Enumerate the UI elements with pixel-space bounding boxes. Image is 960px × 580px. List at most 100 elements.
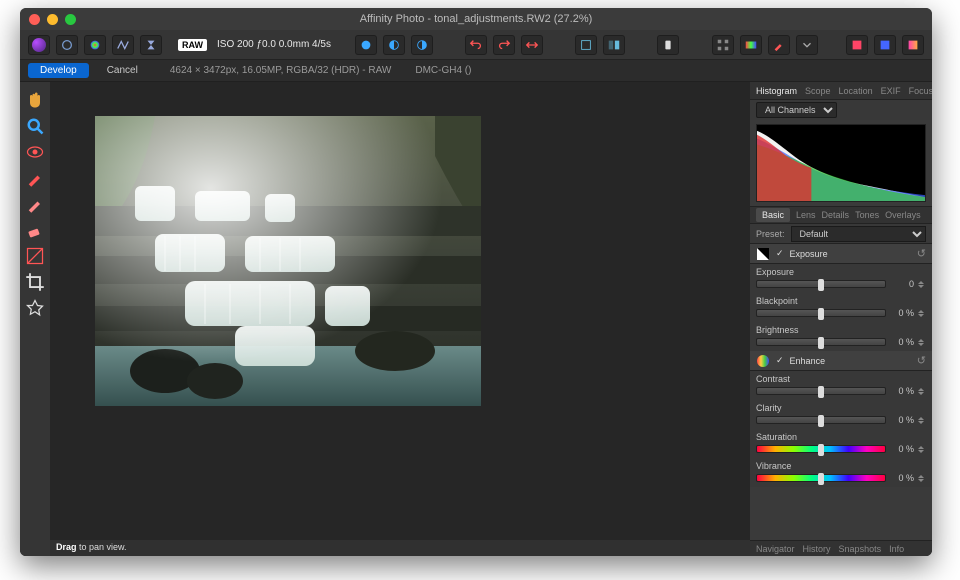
hand-tool-icon[interactable] xyxy=(25,90,45,110)
overlay-erase-tool-icon[interactable] xyxy=(25,220,45,240)
slider-label: Contrast xyxy=(756,374,926,384)
persona-group xyxy=(28,35,162,55)
camera-label: DMC-GH4 () xyxy=(415,65,471,76)
assist1-icon[interactable] xyxy=(846,35,868,55)
develop-button[interactable]: Develop xyxy=(28,63,89,78)
context-toolbar: Develop Cancel 4624 × 3472px, 16.05MP, R… xyxy=(20,60,932,82)
assist-group xyxy=(846,35,924,55)
main-area: Histogram Scope Location EXIF Focus All … xyxy=(20,82,932,556)
reset-enhance-icon[interactable]: ↺ xyxy=(917,354,926,367)
slider-track[interactable] xyxy=(756,474,886,482)
slider-value: 0 % xyxy=(890,415,914,425)
slider-track[interactable] xyxy=(756,280,886,288)
slider-stepper[interactable] xyxy=(918,475,926,482)
grid-icon[interactable] xyxy=(712,35,734,55)
overlay-gradient-tool-icon[interactable] xyxy=(25,246,45,266)
slider-stepper[interactable] xyxy=(918,281,926,288)
slider-track[interactable] xyxy=(756,445,886,453)
swatches-icon[interactable] xyxy=(740,35,762,55)
app-window: Affinity Photo - tonal_adjustments.RW2 (… xyxy=(20,8,932,556)
maximize-icon[interactable] xyxy=(65,14,76,25)
slider-stepper[interactable] xyxy=(918,446,926,453)
photo-persona-icon[interactable] xyxy=(28,35,50,55)
export-persona-icon[interactable] xyxy=(140,35,162,55)
section-enhance-title: Enhance xyxy=(790,356,826,366)
main-toolbar: RAW ISO 200 ƒ0.0 0.0mm 4/5s xyxy=(20,30,932,60)
white-balance-tool-icon[interactable] xyxy=(25,298,45,318)
section-enhance-header[interactable]: ✓ Enhance ↺ xyxy=(750,351,932,371)
slider-label: Saturation xyxy=(756,432,926,442)
slider-track[interactable] xyxy=(756,338,886,346)
subtab-tones[interactable]: Tones xyxy=(855,210,879,220)
tab-history[interactable]: History xyxy=(803,544,831,554)
slider-stepper[interactable] xyxy=(918,417,926,424)
subtab-basic[interactable]: Basic xyxy=(756,208,790,222)
tab-scope[interactable]: Scope xyxy=(805,86,831,96)
tab-location[interactable]: Location xyxy=(839,86,873,96)
overlay-paint-tool-icon[interactable] xyxy=(25,194,45,214)
preset-label: Preset: xyxy=(756,229,785,239)
tab-info[interactable]: Info xyxy=(889,544,904,554)
slider-label: Blackpoint xyxy=(756,296,926,306)
slider-stepper[interactable] xyxy=(918,310,926,317)
rotate-cw-icon[interactable] xyxy=(493,35,515,55)
studio-tabs-bottom: Navigator History Snapshots Info xyxy=(750,540,932,556)
slider-stepper[interactable] xyxy=(918,339,926,346)
traffic-lights xyxy=(29,14,76,25)
chevron-down-icon[interactable] xyxy=(796,35,818,55)
tab-snapshots[interactable]: Snapshots xyxy=(839,544,882,554)
single-view-icon[interactable] xyxy=(575,35,597,55)
clip-group xyxy=(355,35,433,55)
slider-knob[interactable] xyxy=(818,415,824,427)
tab-histogram[interactable]: Histogram xyxy=(756,86,797,96)
subtab-details[interactable]: Details xyxy=(822,210,850,220)
sync-group xyxy=(657,35,679,55)
section-exposure-header[interactable]: ✓ Exposure ↺ xyxy=(750,244,932,264)
liquify-persona-icon[interactable] xyxy=(56,35,78,55)
develop-persona-icon[interactable] xyxy=(84,35,106,55)
slider-value: 0 xyxy=(890,279,914,289)
clip-highlights-icon[interactable] xyxy=(411,35,433,55)
clip-mid-icon[interactable] xyxy=(383,35,405,55)
slider-value: 0 % xyxy=(890,444,914,454)
clip-shadows-icon[interactable] xyxy=(355,35,377,55)
crop-tool-icon[interactable] xyxy=(25,272,45,292)
slider-stepper[interactable] xyxy=(918,388,926,395)
slider-track[interactable] xyxy=(756,309,886,317)
slider-knob[interactable] xyxy=(818,473,824,485)
flip-icon[interactable] xyxy=(521,35,543,55)
channel-select[interactable]: All Channels xyxy=(756,102,837,118)
cancel-button[interactable]: Cancel xyxy=(99,63,146,78)
preset-select[interactable]: Default xyxy=(791,226,926,242)
assist3-icon[interactable] xyxy=(902,35,924,55)
split-view-icon[interactable] xyxy=(603,35,625,55)
tab-focus[interactable]: Focus xyxy=(909,86,932,96)
slider-track[interactable] xyxy=(756,387,886,395)
slider-row: Vibrance0 % xyxy=(750,458,932,487)
assist2-icon[interactable] xyxy=(874,35,896,55)
tab-navigator[interactable]: Navigator xyxy=(756,544,795,554)
subtab-overlays[interactable]: Overlays xyxy=(885,210,921,220)
slider-knob[interactable] xyxy=(818,279,824,291)
slider-knob[interactable] xyxy=(818,386,824,398)
sync-icon[interactable] xyxy=(657,35,679,55)
tab-exif[interactable]: EXIF xyxy=(881,86,901,96)
slider-knob[interactable] xyxy=(818,444,824,456)
tone-map-persona-icon[interactable] xyxy=(112,35,134,55)
reset-exposure-icon[interactable]: ↺ xyxy=(917,247,926,260)
enhance-icon xyxy=(756,354,770,368)
close-icon[interactable] xyxy=(29,14,40,25)
slider-track[interactable] xyxy=(756,416,886,424)
brush-icon[interactable] xyxy=(768,35,790,55)
slider-label: Vibrance xyxy=(756,461,926,471)
canvas-area[interactable] xyxy=(50,82,750,556)
slider-knob[interactable] xyxy=(818,337,824,349)
subtab-lens[interactable]: Lens xyxy=(796,210,816,220)
red-eye-tool-icon[interactable] xyxy=(25,142,45,162)
minimize-icon[interactable] xyxy=(47,14,58,25)
studio-tabs-top: Histogram Scope Location EXIF Focus xyxy=(750,82,932,100)
rotate-ccw-icon[interactable] xyxy=(465,35,487,55)
zoom-tool-icon[interactable] xyxy=(25,116,45,136)
blemish-tool-icon[interactable] xyxy=(25,168,45,188)
slider-knob[interactable] xyxy=(818,308,824,320)
